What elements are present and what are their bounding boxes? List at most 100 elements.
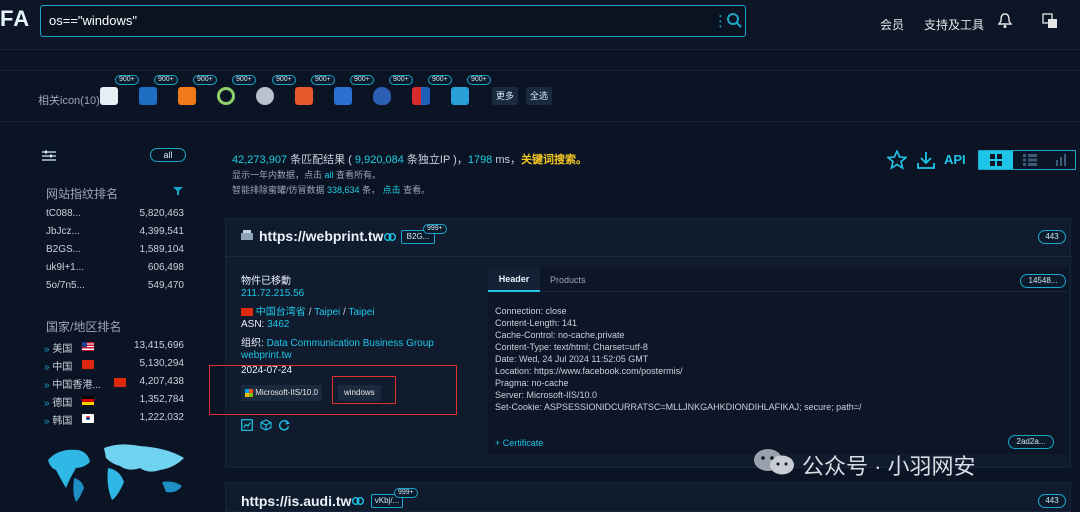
honeypot-view-link[interactable]: 点击: [383, 185, 401, 195]
city-link[interactable]: Taipei: [314, 307, 340, 318]
tab-products[interactable]: Products: [550, 268, 586, 292]
result-count-pill[interactable]: 443: [1038, 494, 1066, 508]
kr-flag-icon: [82, 414, 94, 423]
shield-icon[interactable]: [373, 87, 391, 105]
annotation-box: [332, 376, 396, 404]
related-icons-label: 相关icon(10):: [38, 95, 103, 107]
stats-view-icon[interactable]: [1055, 154, 1069, 166]
site-rank-row[interactable]: uk9l+1... 606,498: [46, 262, 184, 276]
colorful-square-icon[interactable]: [295, 87, 313, 105]
cert-hash-pill[interactable]: 2ad2a...: [1008, 435, 1054, 449]
nav-support[interactable]: 支持及工具: [924, 16, 984, 33]
header-line: Content-Length: 141: [495, 318, 578, 328]
org-row: 组织: Data Communication Business Group: [241, 338, 434, 349]
result-url[interactable]: https://webprint.tw: [259, 228, 383, 244]
city-link[interactable]: Taipei: [348, 307, 374, 318]
flag-logo-icon[interactable]: [412, 87, 430, 105]
header-line: Connection: close: [495, 306, 567, 316]
grid-view-button[interactable]: [979, 151, 1013, 169]
bell-icon[interactable]: [998, 13, 1012, 29]
outlook-icon[interactable]: [139, 87, 157, 105]
location-row: 中国台湾省 / Taipei / Taipei: [241, 303, 375, 318]
header-line: Date: Wed, 24 Jul 2024 11:52:05 GMT: [495, 354, 649, 364]
download-icon[interactable]: [916, 150, 936, 170]
summary-note-honeypot: 智能排除蜜罐/仿冒数据 338,634 条， 点击 查看。: [232, 185, 431, 195]
star-icon[interactable]: [887, 150, 907, 170]
us-flag-icon: [82, 342, 94, 351]
fingerprint-count-badge: 999+: [394, 488, 418, 498]
ip-link[interactable]: 211.72.215.56: [241, 288, 304, 299]
icon-count-badge: 900+: [467, 75, 491, 85]
country-rank-row[interactable]: » 中国 5,130,294: [44, 358, 184, 373]
search-input[interactable]: os=="windows": [49, 13, 137, 28]
summary-note-year: 显示一年内数据，点击 all 查看所有。: [232, 170, 382, 180]
hk-flag-icon: [114, 378, 126, 387]
related-icons-row: 相关icon(10): 900+ 900+ 900+ 900+ 900+ 900…: [0, 70, 1080, 122]
chart-icon[interactable]: [241, 419, 253, 431]
list-view-icon[interactable]: [1023, 154, 1037, 166]
xampp-icon[interactable]: [178, 87, 196, 105]
blue-app-icon[interactable]: [451, 87, 469, 105]
country-rank-row[interactable]: » 美国 13,415,696: [44, 340, 184, 355]
org-link[interactable]: Data Communication Business Group: [267, 338, 434, 349]
de-flag-icon: [82, 396, 94, 405]
asn-row: ASN: 3462: [241, 319, 290, 330]
select-all-button[interactable]: 全选: [526, 87, 553, 105]
nav-member[interactable]: 会员: [880, 16, 904, 33]
cube-icon[interactable]: [260, 419, 272, 431]
country-rank-row[interactable]: » 中国香港... 4,207,438: [44, 376, 184, 391]
site-rank-row[interactable]: tC088... 5,820,463: [46, 208, 184, 222]
refresh-icon[interactable]: [278, 419, 290, 431]
c-logo-icon[interactable]: [217, 87, 235, 105]
world-map[interactable]: [44, 438, 194, 504]
view-toggle: [978, 150, 1076, 170]
funnel-icon[interactable]: [173, 186, 183, 196]
link-icon[interactable]: [384, 233, 396, 241]
icon-count-badge: 900+: [232, 75, 256, 85]
site-rank-title: 网站指纹排名: [46, 187, 119, 201]
more-icons-button[interactable]: 更多: [492, 87, 519, 105]
country-rank-row[interactable]: » 韩国 1,222,032: [44, 412, 184, 427]
all-data-link[interactable]: all: [325, 170, 334, 180]
header-line: Cache-Control: no-cache,private: [495, 330, 625, 340]
icon-count-badge: 900+: [115, 75, 139, 85]
site-rank-row[interactable]: 5o/7n5... 549,470: [46, 280, 184, 294]
cn-flag-icon: [241, 308, 253, 317]
api-button[interactable]: API: [944, 152, 966, 167]
keyword-search-link[interactable]: 关键词搜索。: [521, 154, 587, 166]
tab-header[interactable]: Header: [488, 268, 540, 292]
grid-view-icon: [990, 154, 1002, 166]
header-line: Server: Microsoft-IIS/10.0: [495, 390, 598, 400]
translate-icon[interactable]: [1042, 13, 1058, 29]
header-line: Set-Cookie: ASPSESSIONIDCURRATSC=MLLJNKG…: [495, 402, 862, 412]
region-link[interactable]: 中国台湾省: [256, 307, 306, 318]
filter-settings-icon[interactable]: [42, 150, 56, 162]
icon-count-badge: 900+: [428, 75, 452, 85]
result-count-pill[interactable]: 443: [1038, 230, 1066, 244]
doc-icon[interactable]: [100, 87, 118, 105]
search-box[interactable]: os=="windows" ⋮: [40, 5, 746, 37]
icon-count-badge: 900+: [350, 75, 374, 85]
fingerprint-count-badge: 999+: [423, 224, 447, 234]
icon-count-badge: 900+: [311, 75, 335, 85]
result-url[interactable]: https://is.audi.tw: [241, 493, 351, 509]
watermark: 公众号 · 小羽网安: [752, 448, 1052, 479]
icon-count-badge: 900+: [193, 75, 217, 85]
site-favicon: [241, 230, 253, 240]
certificate-toggle[interactable]: + Certificate: [495, 438, 543, 448]
site-rank-row[interactable]: JbJcz... 4,399,541: [46, 226, 184, 240]
s-logo-icon[interactable]: [334, 87, 352, 105]
icon-count-badge: 900+: [389, 75, 413, 85]
cn-flag-icon: [82, 360, 94, 369]
icon-count-badge: 900+: [154, 75, 178, 85]
search-icon[interactable]: [725, 11, 743, 29]
p-logo-icon[interactable]: [256, 87, 274, 105]
site-rank-row[interactable]: B2GS... 1,589,104: [46, 244, 184, 258]
asn-link[interactable]: 3462: [267, 319, 289, 330]
logo[interactable]: FA: [0, 6, 30, 32]
domain-link[interactable]: webprint.tw: [241, 350, 292, 361]
hash-pill[interactable]: 14548...: [1020, 274, 1066, 288]
all-filter-pill[interactable]: all: [150, 148, 186, 162]
country-rank-title: 国家/地区排名: [46, 320, 122, 334]
country-rank-row[interactable]: » 德国 1,352,784: [44, 394, 184, 409]
